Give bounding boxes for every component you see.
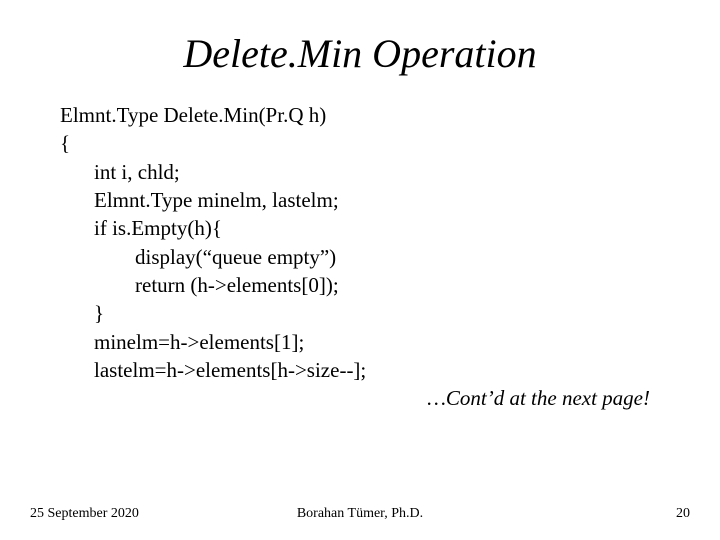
- code-line: minelm=h->elements[1];: [60, 328, 660, 356]
- code-line: Elmnt.Type minelm, lastelm;: [60, 186, 660, 214]
- code-line: return (h->elements[0]);: [60, 271, 660, 299]
- code-line: int i, chld;: [60, 158, 660, 186]
- footer-author: Borahan Tümer, Ph.D.: [297, 506, 423, 522]
- code-block: Elmnt.Type Delete.Min(Pr.Q h) { int i, c…: [60, 101, 660, 384]
- footer-page: 20: [676, 506, 690, 522]
- continued-note: …Cont’d at the next page!: [60, 386, 660, 411]
- code-line: Elmnt.Type Delete.Min(Pr.Q h): [60, 101, 660, 129]
- code-line: lastelm=h->elements[h->size--];: [60, 356, 660, 384]
- footer: 25 September 2020 Borahan Tümer, Ph.D. 2…: [0, 506, 720, 522]
- footer-date: 25 September 2020: [30, 506, 139, 522]
- code-line: }: [60, 299, 660, 327]
- code-line: if is.Empty(h){: [60, 214, 660, 242]
- slide: Delete.Min Operation Elmnt.Type Delete.M…: [0, 0, 720, 540]
- code-line: {: [60, 129, 660, 157]
- slide-title: Delete.Min Operation: [60, 30, 660, 77]
- code-line: display(“queue empty”): [60, 243, 660, 271]
